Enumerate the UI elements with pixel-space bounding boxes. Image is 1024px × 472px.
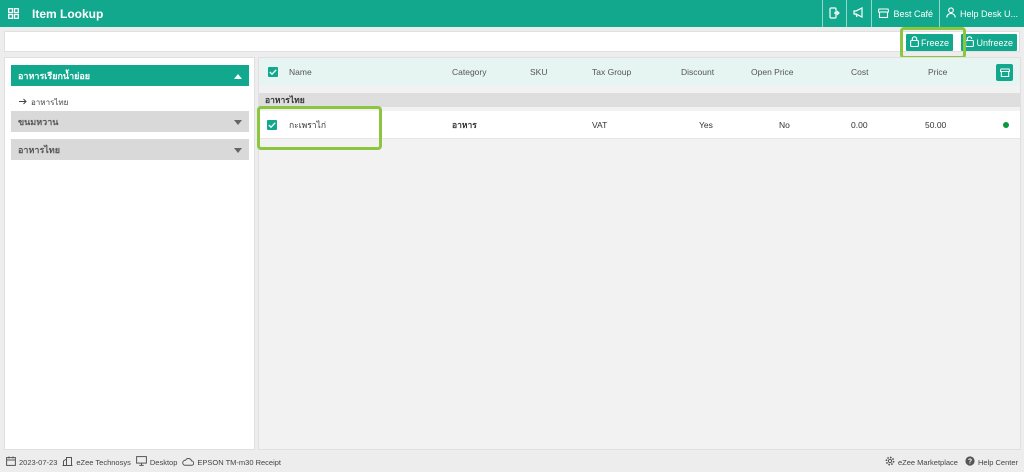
status-bar: 2023-07-23 eZee Technosys Desktop EPSON … <box>0 452 1024 472</box>
svg-text:?: ? <box>968 459 972 466</box>
arrow-right-icon <box>19 98 27 107</box>
help-icon: ? <box>965 456 975 468</box>
category-group-desserts[interactable]: ขนมหวาน <box>11 111 249 132</box>
category-group-appetizers[interactable]: อาหารเรียกน้ำย่อย <box>11 65 249 86</box>
caret-down-icon <box>234 145 242 155</box>
column-header-cost[interactable]: Cost <box>851 67 868 77</box>
column-header-name[interactable]: Name <box>289 67 312 77</box>
freeze-label: Freeze <box>920 37 949 48</box>
unlock-icon <box>965 36 975 49</box>
user-menu[interactable]: Help Desk U... <box>938 0 1024 27</box>
megaphone-icon <box>853 7 865 20</box>
item-table-panel: Name Category SKU Tax Group Discount Ope… <box>258 57 1021 450</box>
search-bar: Freeze Unfreeze <box>4 31 1020 52</box>
company-label: eZee Technosys <box>76 457 131 467</box>
table-header: Name Category SKU Tax Group Discount Ope… <box>259 58 1020 86</box>
unfreeze-label: Unfreeze <box>976 37 1013 48</box>
category-group-thai-food[interactable]: อาหารไทย <box>11 139 249 160</box>
gear-icon <box>885 456 895 468</box>
column-settings-button[interactable] <box>996 64 1013 81</box>
date-label: 2023-07-23 <box>19 457 58 467</box>
cloud-icon <box>182 457 195 468</box>
column-header-price[interactable]: Price <box>928 67 947 77</box>
category-sidebar: อาหารเรียกน้ำย่อย อาหารไทย ขนมหวาน อาหาร… <box>4 57 255 450</box>
building-icon <box>62 456 73 468</box>
category-group-label: ขนมหวาน <box>18 116 59 127</box>
cell-name: กะเพราไก่ <box>289 119 326 130</box>
store-selector[interactable]: Best Café <box>871 0 939 27</box>
category-group-label: อาหารเรียกน้ำย่อย <box>18 70 91 81</box>
store-icon <box>877 7 891 20</box>
select-all-checkbox[interactable] <box>268 67 278 77</box>
apps-grid-icon[interactable] <box>0 8 26 19</box>
search-input[interactable] <box>5 32 885 51</box>
device-logout-button[interactable] <box>822 0 846 27</box>
device-label: Desktop <box>149 457 178 467</box>
footer-printer: EPSON TM-m30 Receipt <box>182 457 281 468</box>
marketplace-label: eZee Marketplace <box>897 457 958 467</box>
monitor-icon <box>135 456 147 468</box>
subcategory-item[interactable]: อาหารไทย <box>19 96 68 109</box>
cell-discount: Yes <box>699 119 713 130</box>
unfreeze-button[interactable]: Unfreeze <box>961 34 1017 51</box>
user-label: Help Desk U... <box>959 8 1018 19</box>
column-header-discount[interactable]: Discount <box>681 67 714 77</box>
column-header-sku[interactable]: SKU <box>530 67 547 77</box>
freeze-button[interactable]: Freeze <box>905 34 953 51</box>
store-label: Best Café <box>893 8 933 19</box>
footer-device: Desktop <box>135 456 178 468</box>
cell-category: อาหาร <box>452 119 477 130</box>
caret-up-icon <box>234 71 242 81</box>
help-center-link[interactable]: ? Help Center <box>965 456 1018 468</box>
row-checkbox[interactable] <box>267 120 277 130</box>
caret-down-icon <box>234 117 242 127</box>
column-header-tax-group[interactable]: Tax Group <box>592 67 631 77</box>
device-exit-icon <box>829 6 841 21</box>
category-group-label: อาหารไทย <box>18 144 61 155</box>
status-indicator <box>1003 122 1009 128</box>
top-bar: Item Lookup Best Café Help Desk U... <box>0 0 1024 27</box>
cell-tax-group: VAT <box>592 119 608 130</box>
cell-cost: 0.00 <box>851 119 868 130</box>
column-header-open-price[interactable]: Open Price <box>751 67 794 77</box>
marketplace-link[interactable]: eZee Marketplace <box>885 456 958 468</box>
help-center-label: Help Center <box>977 457 1018 467</box>
table-row[interactable]: กะเพราไก่ อาหาร VAT Yes No 0.00 50.00 <box>259 111 1020 139</box>
column-header-category[interactable]: Category <box>452 67 487 77</box>
printer-label: EPSON TM-m30 Receipt <box>197 457 282 467</box>
footer-company: eZee Technosys <box>62 456 131 468</box>
cell-open-price: No <box>779 119 790 130</box>
page-title: Item Lookup <box>32 6 104 21</box>
lock-icon <box>910 36 919 49</box>
subcategory-label: อาหารไทย <box>31 98 69 107</box>
calendar-icon <box>6 456 16 468</box>
announcement-button[interactable] <box>846 0 871 27</box>
item-group-label: อาหารไทย <box>259 93 1020 107</box>
footer-date: 2023-07-23 <box>6 456 57 468</box>
cell-price: 50.00 <box>925 119 947 130</box>
user-icon <box>946 7 956 20</box>
